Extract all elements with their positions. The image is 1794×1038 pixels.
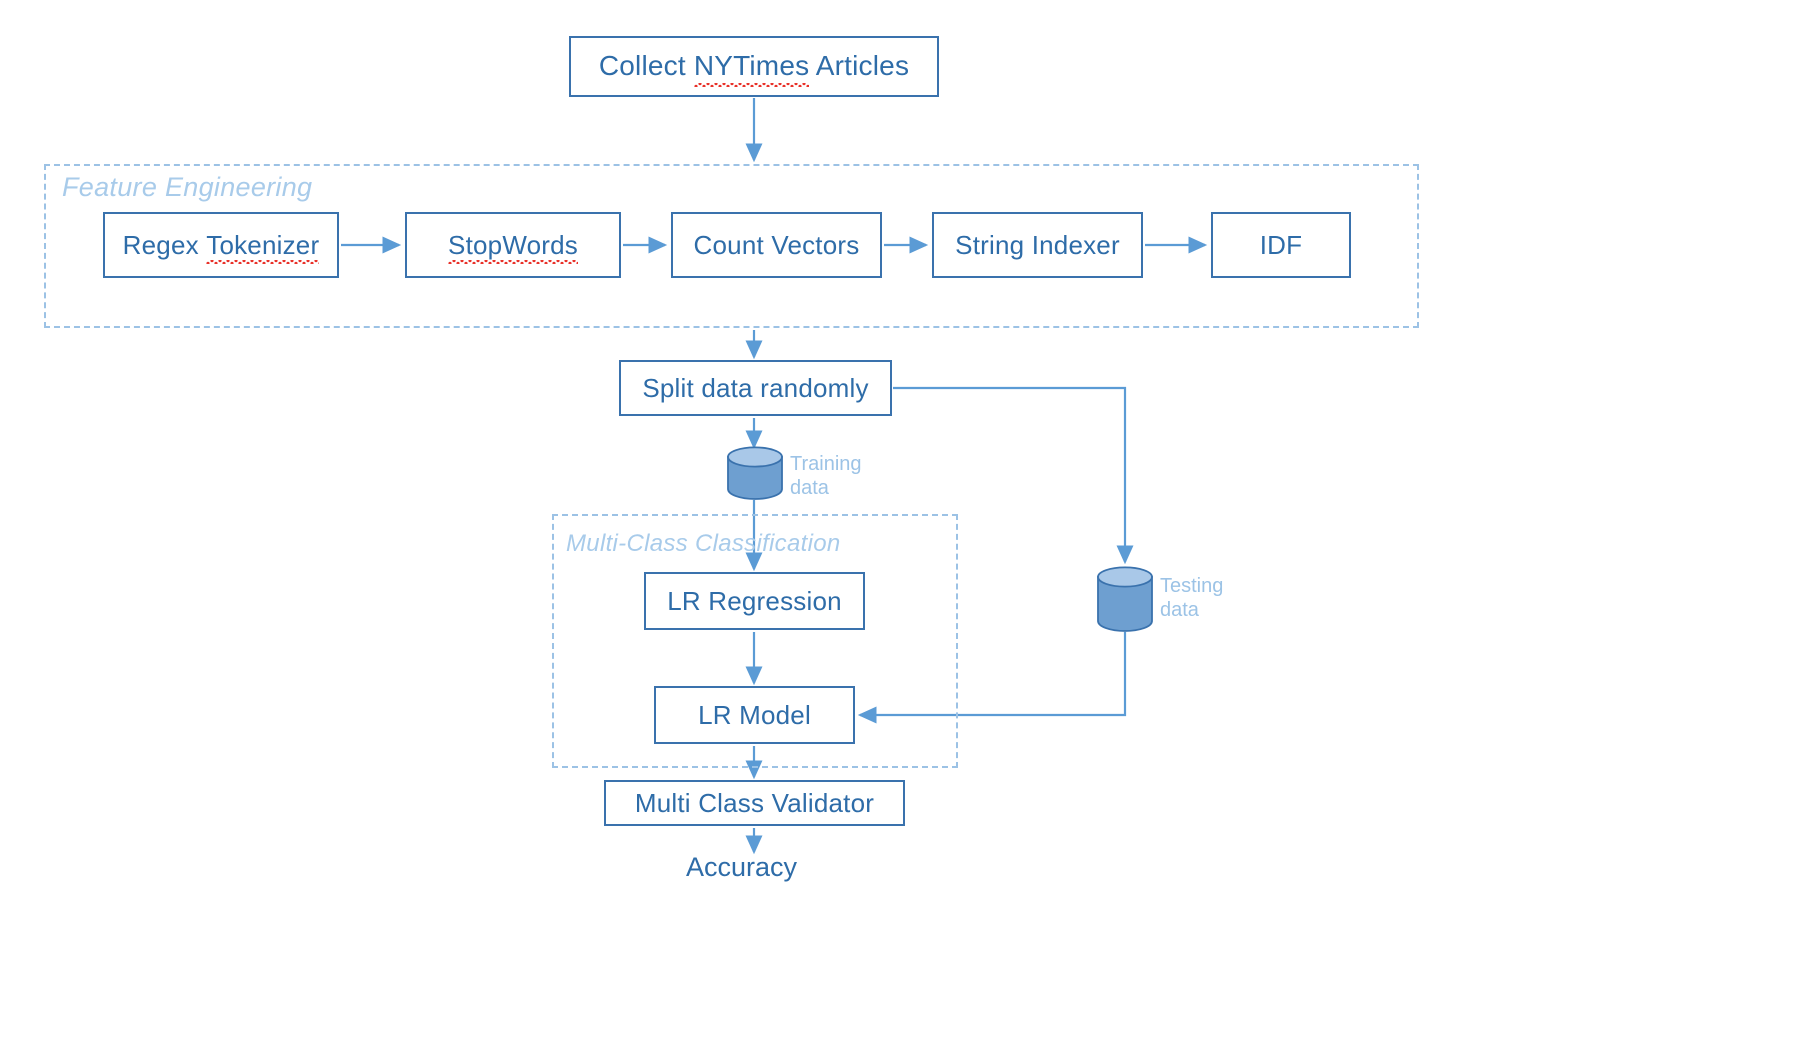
- collect-label-pre: Collect: [598, 50, 694, 82]
- datastore-training-data-label: Training data: [790, 452, 862, 501]
- node-count-vectors[interactable]: Count Vectors: [671, 212, 882, 278]
- flowchart-canvas: Collect NYTimes Articles Feature Enginee…: [0, 0, 1794, 1038]
- cylinder-icon: [727, 446, 783, 500]
- group-feature-engineering-label: Feature Engineering: [62, 172, 313, 202]
- node-collect-label: Collect NYTimes Articles: [598, 50, 910, 87]
- testing-label-line2: data: [1160, 599, 1199, 622]
- node-count-vectors-label: Count Vectors: [693, 229, 860, 260]
- stopwords-label-misspelled: StopWords: [448, 229, 578, 264]
- regex-label-pre: Regex: [122, 229, 207, 260]
- node-lr-regression-label: LR Regression: [667, 585, 842, 616]
- node-lr-model[interactable]: LR Model: [654, 686, 855, 744]
- node-regex-tokenizer[interactable]: Regex Tokenizer: [103, 212, 339, 278]
- node-split-label: Split data randomly: [642, 372, 869, 403]
- node-stopwords[interactable]: StopWords: [405, 212, 621, 278]
- testing-label-line1: Testing: [1160, 575, 1224, 597]
- node-string-indexer-label: String Indexer: [955, 229, 1120, 260]
- group-multi-class-classification-label: Multi-Class Classification: [566, 530, 841, 557]
- node-regex-tokenizer-label: Regex Tokenizer: [122, 229, 320, 264]
- node-idf[interactable]: IDF: [1211, 212, 1351, 278]
- datastore-training-data[interactable]: [726, 446, 784, 500]
- datastore-testing-data[interactable]: [1096, 566, 1154, 632]
- node-lr-model-label: LR Model: [698, 699, 811, 730]
- node-idf-label: IDF: [1259, 229, 1303, 260]
- node-string-indexer[interactable]: String Indexer: [932, 212, 1143, 278]
- node-split-data-randomly[interactable]: Split data randomly: [619, 360, 892, 416]
- node-accuracy: Accuracy: [686, 852, 798, 882]
- cylinder-icon: [1097, 566, 1153, 632]
- regex-label-misspelled: Tokenizer: [206, 229, 320, 264]
- node-lr-regression[interactable]: LR Regression: [644, 572, 865, 630]
- node-multi-class-validator[interactable]: Multi Class Validator: [604, 780, 905, 826]
- node-validator-label: Multi Class Validator: [634, 787, 875, 818]
- datastore-testing-data-label: Testing data: [1160, 574, 1223, 623]
- node-collect-nytimes-articles[interactable]: Collect NYTimes Articles: [569, 36, 939, 97]
- collect-label-post: Articles: [809, 50, 910, 82]
- node-stopwords-label: StopWords: [448, 229, 578, 264]
- collect-label-misspelled: NYTimes: [693, 50, 810, 87]
- training-label-line2: data: [790, 477, 829, 500]
- training-label-line1: Training: [790, 453, 862, 475]
